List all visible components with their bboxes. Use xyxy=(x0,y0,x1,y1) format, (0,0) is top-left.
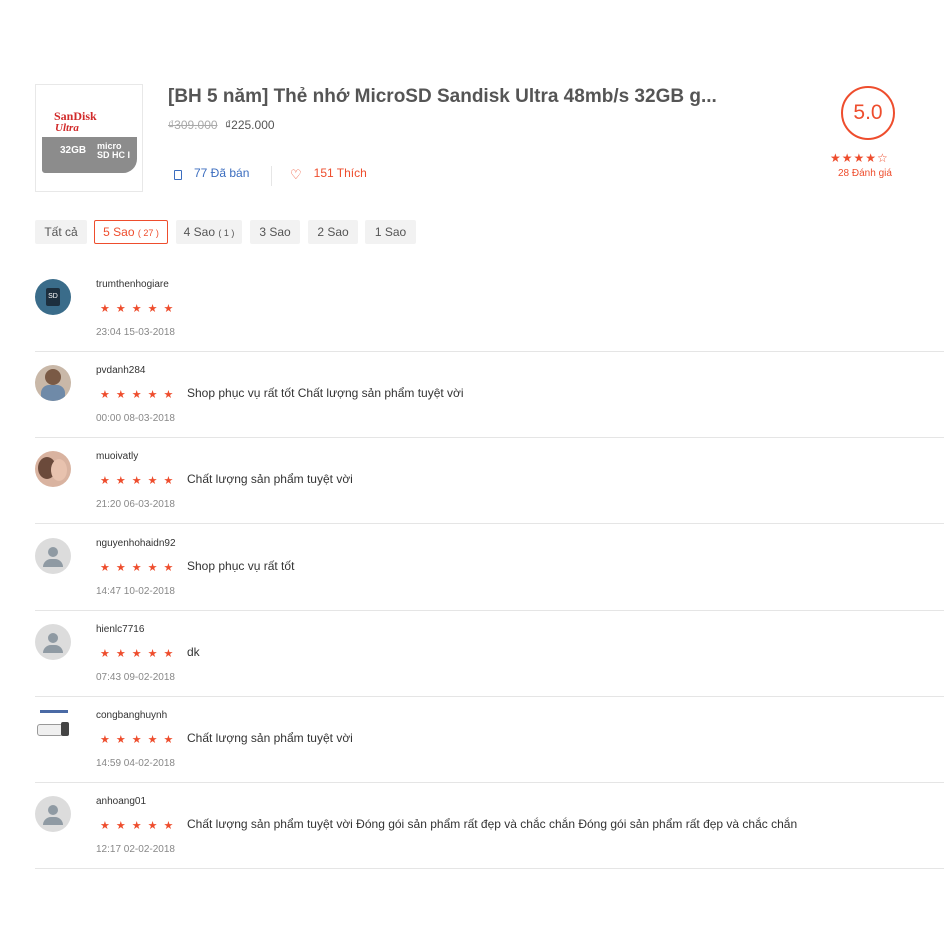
product-title[interactable]: [BH 5 năm] Thẻ nhớ MicroSD Sandisk Ultra… xyxy=(168,86,808,108)
review-time: 23:04 15-03-2018 xyxy=(96,327,175,338)
review-stars: ★★★★★ xyxy=(100,820,180,832)
review-username[interactable]: hienlc7716 xyxy=(96,624,144,635)
like-count[interactable]: ♡ 151 Thích xyxy=(290,166,367,183)
review-time: 14:59 04-02-2018 xyxy=(96,758,175,769)
review-time: 14:47 10-02-2018 xyxy=(96,586,175,597)
filter-1-star[interactable]: 1 Sao xyxy=(365,220,416,244)
filter-3-star[interactable]: 3 Sao xyxy=(250,220,300,244)
review-time: 00:00 08-03-2018 xyxy=(96,413,175,424)
microsd-card-image: SanDisk Ultra 32GB micro SD HC I xyxy=(42,97,137,173)
camera-avatar[interactable] xyxy=(35,710,71,746)
review-username[interactable]: congbanghuynh xyxy=(96,710,167,721)
product-summary: SanDisk Ultra 32GB micro SD HC I [BH 5 nă… xyxy=(35,84,915,194)
review-item: nguyenhohaidn92 ★★★★★ Shop phục vụ rất t… xyxy=(35,524,944,611)
card-logo: micro SD HC I xyxy=(97,141,131,160)
review-comment: Shop phục vụ rất tốt xyxy=(187,559,295,573)
review-time: 12:17 02-02-2018 xyxy=(96,844,175,855)
current-price: ₫225.000 xyxy=(225,118,275,132)
shopping-bag-icon xyxy=(174,170,182,180)
review-item: hienlc7716 ★★★★★ dk 07:43 09-02-2018 xyxy=(35,610,944,697)
sd-card-avatar[interactable]: SD xyxy=(35,279,71,315)
rating-count: 28 Đánh giá xyxy=(838,168,892,179)
user-photo-avatar[interactable] xyxy=(35,451,71,487)
user-icon xyxy=(48,633,58,643)
old-price: ₫309.000 xyxy=(168,118,218,132)
card-line: Ultra xyxy=(55,122,79,134)
review-username[interactable]: muoivatly xyxy=(96,451,138,462)
review-username[interactable]: anhoang01 xyxy=(96,796,146,807)
review-item: pvdanh284 ★★★★★ Shop phục vụ rất tốt Chấ… xyxy=(35,351,944,438)
filter-all[interactable]: Tất cả xyxy=(35,220,87,244)
sold-count: 77 Đã bán xyxy=(174,166,249,180)
review-time: 21:20 06-03-2018 xyxy=(96,499,175,510)
review-item: SD trumthenhogiare ★★★★★ 23:04 15-03-201… xyxy=(35,265,944,352)
review-time: 07:43 09-02-2018 xyxy=(96,672,175,683)
review-stars: ★★★★★ xyxy=(100,475,180,487)
rating-score: 5.0 xyxy=(841,86,895,140)
default-user-avatar[interactable] xyxy=(35,796,71,832)
filter-2-star[interactable]: 2 Sao xyxy=(308,220,358,244)
user-icon xyxy=(48,547,58,557)
product-thumbnail[interactable]: SanDisk Ultra 32GB micro SD HC I xyxy=(35,84,143,192)
heart-icon[interactable]: ♡ xyxy=(290,167,302,183)
review-comment: Chất lượng sản phẩm tuyệt vời Đóng gói s… xyxy=(187,817,798,831)
default-user-avatar[interactable] xyxy=(35,624,71,660)
rating-stars: ★★★★☆ xyxy=(830,151,889,165)
review-comment: Chất lượng sản phẩm tuyệt vời xyxy=(187,472,353,486)
stat-divider xyxy=(271,166,272,186)
review-stars: ★★★★★ xyxy=(100,389,180,401)
card-capacity: 32GB xyxy=(60,145,87,156)
default-user-avatar[interactable] xyxy=(35,538,71,574)
review-item: anhoang01 ★★★★★ Chất lượng sản phẩm tuyệ… xyxy=(35,782,944,869)
filter-5-star[interactable]: 5 Sao ( 27 ) xyxy=(94,220,168,244)
review-username[interactable]: nguyenhohaidn92 xyxy=(96,538,176,549)
review-stars: ★★★★★ xyxy=(100,303,180,315)
review-stars: ★★★★★ xyxy=(100,562,180,574)
review-comment: Chất lượng sản phẩm tuyệt vời xyxy=(187,731,353,745)
review-comment: dk xyxy=(187,645,200,659)
user-icon xyxy=(48,805,58,815)
review-stars: ★★★★★ xyxy=(100,648,180,660)
review-username[interactable]: pvdanh284 xyxy=(96,365,146,376)
review-comment: Shop phục vụ rất tốt Chất lượng sản phẩm… xyxy=(187,386,464,400)
filter-4-star[interactable]: 4 Sao ( 1 ) xyxy=(176,220,242,244)
review-item: congbanghuynh ★★★★★ Chất lượng sản phẩm … xyxy=(35,696,944,783)
review-stars: ★★★★★ xyxy=(100,734,180,746)
user-photo-avatar[interactable] xyxy=(35,365,71,401)
review-item: muoivatly ★★★★★ Chất lượng sản phẩm tuyệ… xyxy=(35,437,944,524)
review-username[interactable]: trumthenhogiare xyxy=(96,279,169,290)
